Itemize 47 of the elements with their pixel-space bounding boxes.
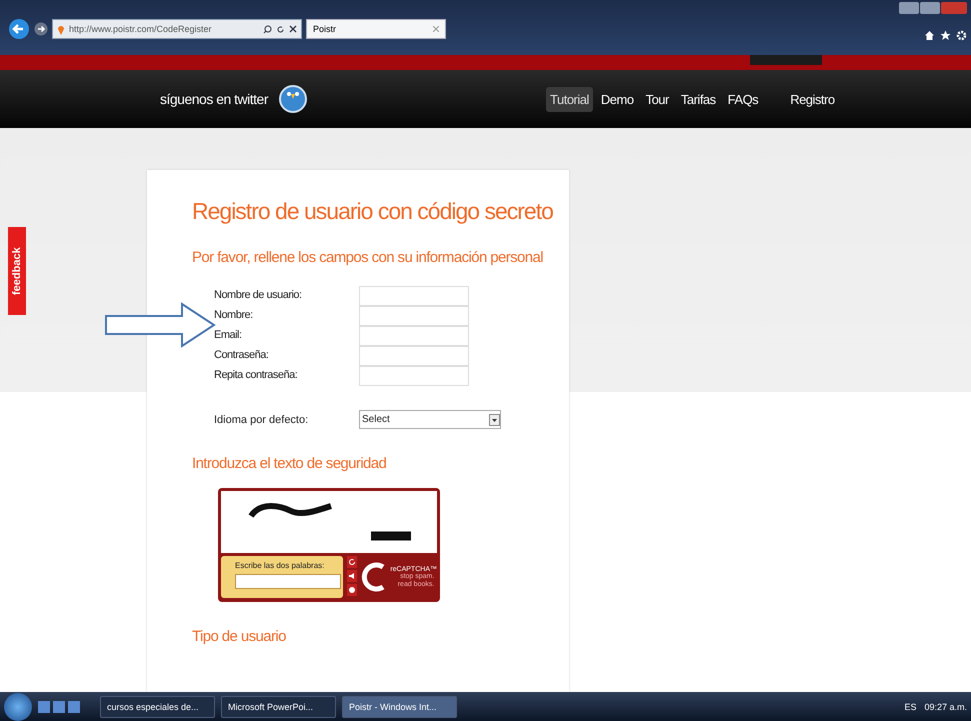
taskbar-button[interactable]: cursos especiales de... [100, 696, 215, 718]
input-field[interactable] [359, 346, 469, 366]
input-field[interactable] [359, 326, 469, 346]
browser-tab[interactable]: Poistr [306, 19, 446, 39]
twitter-link[interactable]: síguenos en twitter [160, 91, 268, 107]
star-icon[interactable] [940, 30, 951, 41]
field-label: Nombre: [214, 308, 254, 323]
clock[interactable]: 09:27 a.m. [924, 702, 967, 712]
nav-link[interactable]: Tutorial [546, 86, 593, 112]
form-title: Registro de usuario con código secreto [192, 198, 554, 225]
gear-icon[interactable] [956, 30, 967, 41]
refresh-icon[interactable] [347, 556, 358, 568]
field-label: Nombre de usuario: [214, 288, 303, 303]
search-icon[interactable] [263, 24, 272, 34]
nav-link[interactable]: Tour [642, 86, 673, 112]
refresh-icon[interactable] [276, 24, 285, 34]
field-label: Contraseña: [214, 348, 270, 363]
taskbar-button[interactable]: Microsoft PowerPoi... [221, 696, 336, 718]
forward-icon[interactable] [34, 22, 48, 36]
home-icon[interactable] [924, 30, 935, 41]
back-icon[interactable] [8, 18, 30, 40]
caret-icon [489, 414, 500, 426]
feedback-tab[interactable]: feedback [8, 227, 26, 315]
pin-icon [57, 24, 65, 34]
input-field[interactable] [359, 306, 469, 326]
close-icon[interactable] [289, 25, 297, 33]
nav-link[interactable]: Tarifas [676, 86, 720, 112]
field-label: Email: [214, 328, 243, 343]
taskbar-button[interactable]: Poistr - Windows Int... [342, 696, 457, 718]
section-heading: Introduzca el texto de seguridad [192, 455, 388, 472]
input-field[interactable] [359, 366, 469, 386]
nav-link[interactable]: Registro [786, 86, 839, 112]
input-field[interactable] [359, 286, 469, 306]
language-indicator[interactable]: ES [904, 702, 916, 712]
captcha-prompt: Escribe las dos palabras: [235, 561, 324, 570]
nav-link[interactable]: Demo [596, 86, 638, 112]
section-heading: Tipo de usuario [192, 628, 287, 645]
start-button[interactable] [4, 692, 32, 720]
field-label: Repita contraseña: [214, 368, 298, 383]
address-bar[interactable]: http://www.poistr.com/CodeRegister [52, 19, 302, 39]
speaker-icon[interactable] [347, 570, 358, 582]
nav-link[interactable]: FAQs [724, 86, 762, 112]
language-dropdown[interactable]: Select [359, 410, 501, 429]
captcha-input[interactable] [235, 574, 341, 589]
form-subtitle: Por favor, rellene los campos con su información personal [192, 249, 544, 266]
bird-icon[interactable] [278, 84, 308, 114]
field-label: Idioma por defecto: [214, 414, 310, 426]
